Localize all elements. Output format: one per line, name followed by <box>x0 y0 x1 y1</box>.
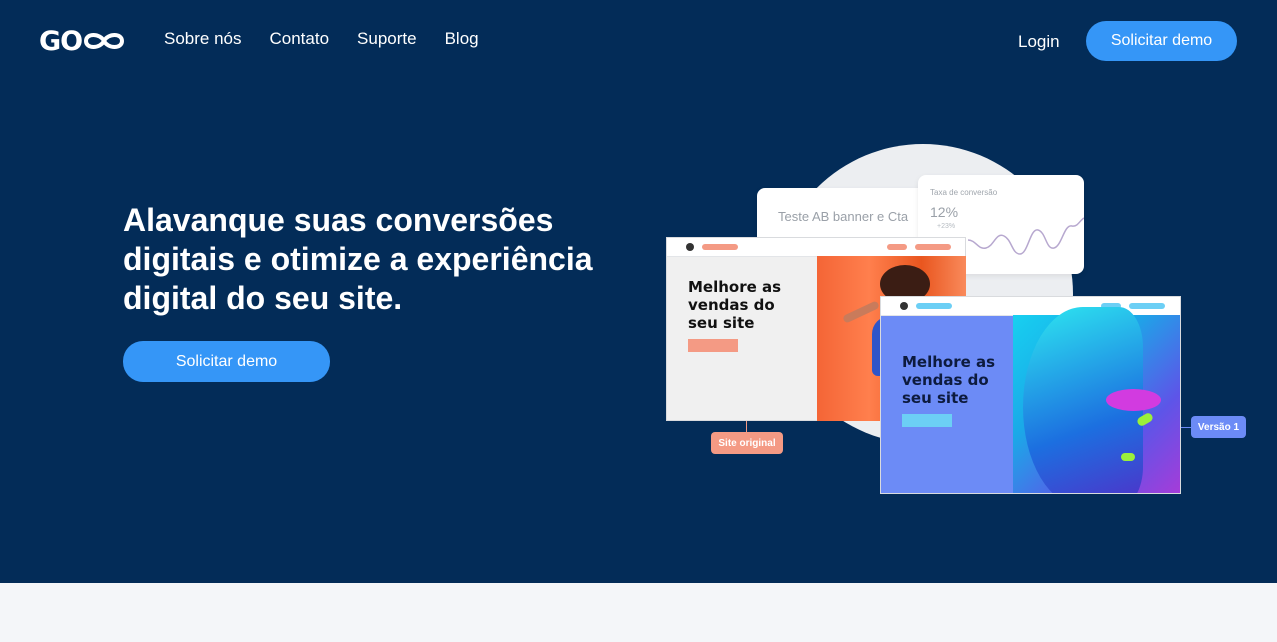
browser-dot-icon <box>686 243 694 251</box>
lips-shape <box>1106 389 1161 411</box>
variant-site-mockup: Melhore as vendas do seu site <box>880 296 1181 494</box>
nav-pill <box>915 244 951 250</box>
mockup-browser-bar <box>881 297 1180 316</box>
nav-pill <box>916 303 952 309</box>
conversion-sparkline-icon <box>968 217 1084 255</box>
original-tag-connector <box>746 421 747 432</box>
original-site-tag: Site original <box>711 432 783 454</box>
nail-shape <box>1121 453 1135 461</box>
ab-test-card-label: Teste AB banner e Cta <box>778 209 909 224</box>
conversion-rate-delta: +23% <box>937 223 956 230</box>
conversion-rate-value: 12% <box>930 204 959 220</box>
nav-pill <box>887 244 907 250</box>
variant-hero-image <box>1013 307 1180 493</box>
nav-pill <box>1129 303 1165 309</box>
original-mockup-headline: Melhore as vendas do seu site <box>688 278 782 332</box>
nav-pill <box>702 244 738 250</box>
ab-test-illustration: Teste AB banner e Cta Taxa de conversão … <box>0 0 1277 583</box>
variant-mockup-headline: Melhore as vendas do seu site <box>902 353 996 407</box>
variant-mockup-cta <box>902 414 952 427</box>
hero-section: GO Sobre nós Contato Suporte Blog Login … <box>0 0 1277 583</box>
original-mockup-cta <box>688 339 738 352</box>
figure-arm <box>842 300 880 324</box>
mockup-browser-bar <box>667 238 965 257</box>
browser-dot-icon <box>900 302 908 310</box>
next-section <box>0 583 1277 642</box>
variant-tag: Versão 1 <box>1191 416 1246 438</box>
conversion-rate-label: Taxa de conversão <box>930 188 998 197</box>
